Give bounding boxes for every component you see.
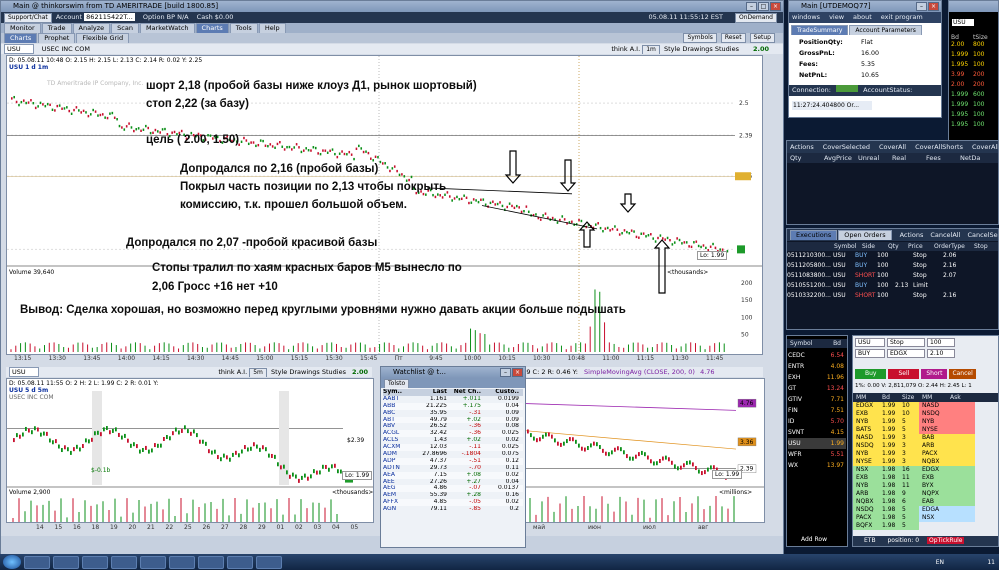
taskbar-time: 11 (987, 558, 995, 566)
taskbar-app-4[interactable] (111, 555, 137, 569)
down-arrow-icon (559, 159, 577, 192)
taskbar-app-3[interactable] (82, 555, 108, 569)
arrows-overlay (504, 150, 671, 294)
up-arrow-icon (578, 221, 596, 248)
start-button[interactable] (3, 555, 21, 569)
taskbar-app-8[interactable] (227, 555, 253, 569)
taskbar-app-6[interactable] (169, 555, 195, 569)
up-arrow-icon (653, 239, 671, 294)
taskbar-lang[interactable]: EN (936, 559, 944, 566)
taskbar-app-1[interactable] (24, 555, 50, 569)
taskbar-app-7[interactable] (198, 555, 224, 569)
taskbar: EN 11 (0, 554, 999, 570)
taskbar-app-5[interactable] (140, 555, 166, 569)
down-arrow-icon (504, 150, 522, 184)
taskbar-app-9[interactable] (256, 555, 282, 569)
down-arrow-icon (619, 193, 637, 213)
taskbar-app-2[interactable] (53, 555, 79, 569)
